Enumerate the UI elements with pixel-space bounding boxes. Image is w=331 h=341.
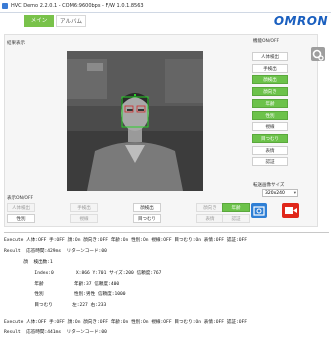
display-face-button[interactable]: 顔検出 bbox=[133, 203, 161, 212]
window-title: HVC Demo 2.2.0.1 - COM6:9600bps - F/W 1.… bbox=[11, 3, 144, 9]
chevron-down-icon: ▾ bbox=[293, 191, 296, 196]
image-size-select[interactable]: 320x240 ▾ bbox=[262, 189, 298, 197]
display-gaze-button[interactable]: 視線 bbox=[70, 214, 98, 223]
func-gender-button[interactable]: 性別 bbox=[252, 111, 288, 120]
settings-gear-icon[interactable] bbox=[311, 47, 325, 61]
func-recognition-button[interactable]: 認証 bbox=[252, 157, 288, 166]
display-onoff-label: 表示ON/OFF bbox=[7, 196, 34, 201]
display-blink-button[interactable]: 目つむり bbox=[133, 214, 161, 223]
func-hand-button[interactable]: 手検出 bbox=[252, 64, 288, 73]
func-blink-button[interactable]: 目つむり bbox=[252, 134, 288, 143]
image-size-label: 転送画像サイズ bbox=[253, 183, 285, 188]
camera-capture-icon[interactable] bbox=[251, 203, 267, 218]
func-expression-button[interactable]: 表情 bbox=[252, 146, 288, 155]
tab-main[interactable]: メイン bbox=[24, 15, 54, 27]
results-label: 結果表示 bbox=[7, 41, 25, 46]
log-line: Execute 人体:OFF 手:OFF 顔:On 顔向き:OFF 年齢:On … bbox=[4, 319, 248, 325]
camera-image bbox=[67, 51, 203, 191]
display-direction-button[interactable]: 顔向き bbox=[196, 203, 224, 212]
log-line: 顔 検出数:1 bbox=[4, 260, 53, 266]
image-size-value: 320x240 bbox=[265, 191, 285, 196]
func-onoff-label: 機能ON/OFF bbox=[253, 39, 280, 44]
display-hand-button[interactable]: 手検出 bbox=[70, 203, 98, 212]
log-line: 年齢 年齢:37 信頼度:400 bbox=[4, 281, 120, 287]
tab-album[interactable]: アルバム bbox=[56, 15, 86, 27]
display-expression-button[interactable]: 表情 bbox=[196, 214, 224, 223]
log-line: Index:0 X:866 Y:701 サイズ:200 信頼度:767 bbox=[4, 270, 162, 276]
app-icon bbox=[2, 3, 8, 9]
func-direction-button[interactable]: 顔向き bbox=[252, 87, 288, 96]
log-line: Execute 人体:OFF 手:OFF 顔:On 顔向き:OFF 年齢:On … bbox=[4, 238, 248, 244]
log-line: Result 応答時間:429ms リターンコード:00 bbox=[4, 249, 107, 255]
window-title-bar: HVC Demo 2.2.0.1 - COM6:9600bps - F/W 1.… bbox=[0, 0, 331, 13]
display-gender-button[interactable]: 性別 bbox=[7, 214, 35, 223]
omron-logo: OMRON bbox=[273, 14, 328, 28]
log-line: 性別 性別:男性 信頼度:1000 bbox=[4, 292, 126, 298]
display-recognition-button[interactable]: 認証 bbox=[222, 214, 250, 223]
display-human-button[interactable]: 人体検出 bbox=[7, 203, 35, 212]
func-gaze-button[interactable]: 視線 bbox=[252, 122, 288, 131]
log-line: Result 応答時間:441ms リターンコード:00 bbox=[4, 330, 107, 336]
result-log[interactable]: Execute 人体:OFF 手:OFF 顔:On 顔向き:OFF 年齢:On … bbox=[4, 232, 329, 335]
log-line: 目つむり 左:227 右:233 bbox=[4, 303, 107, 309]
video-record-icon[interactable] bbox=[282, 203, 299, 218]
func-age-button[interactable]: 年齢 bbox=[252, 99, 288, 108]
func-face-button[interactable]: 顔検出 bbox=[252, 75, 288, 84]
display-age-button[interactable]: 年齢 bbox=[222, 203, 250, 212]
func-human-button[interactable]: 人体検出 bbox=[252, 52, 288, 61]
